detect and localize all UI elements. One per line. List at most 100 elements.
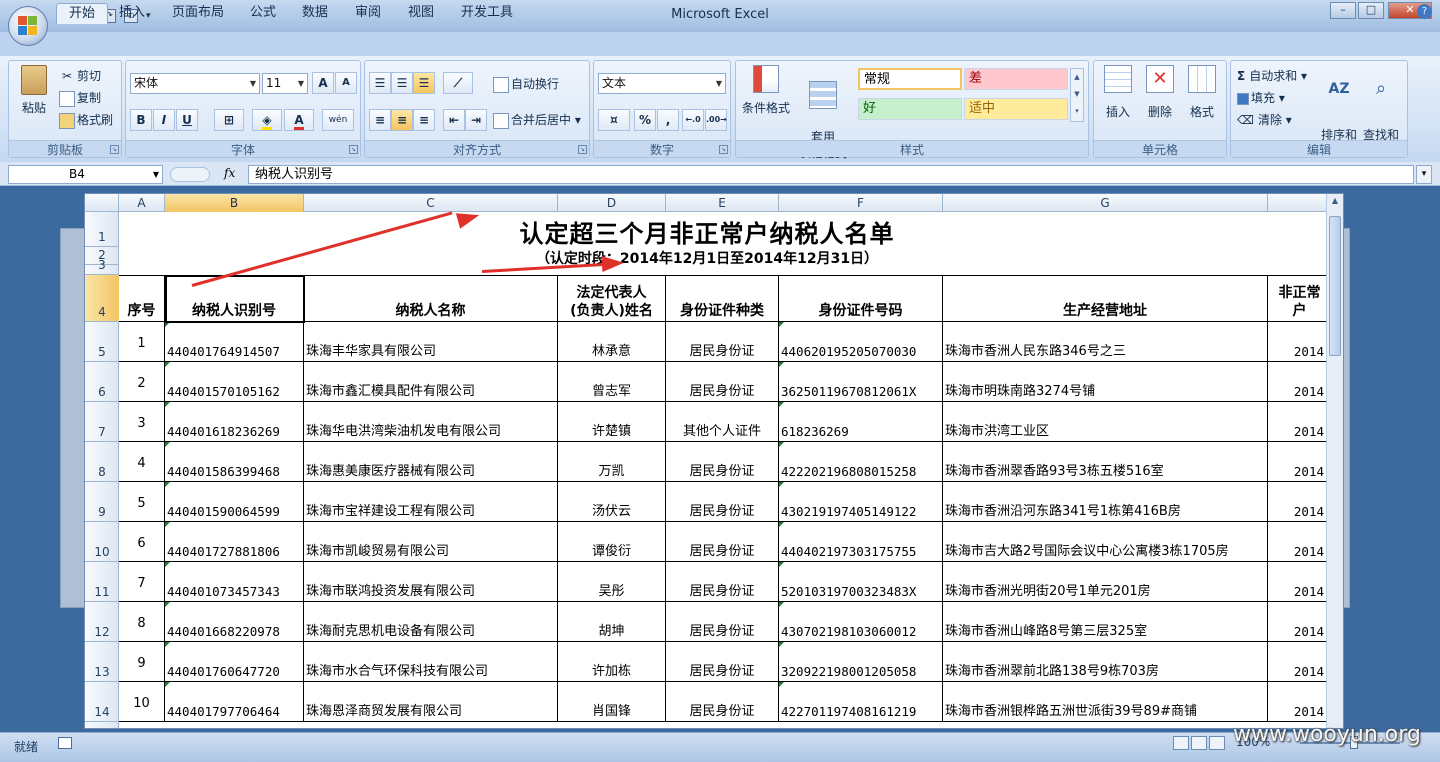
cell-addr[interactable]: 珠海市香洲翠前北路138号9栋703房 xyxy=(943,642,1268,682)
shrink-font-button[interactable]: A xyxy=(335,72,357,94)
cell-extra[interactable]: 2014 xyxy=(1268,322,1328,362)
tab-insert[interactable]: 插入 xyxy=(107,3,157,24)
align-left-button[interactable]: ≡ xyxy=(369,109,391,131)
cell-extra[interactable]: 2014 xyxy=(1268,442,1328,482)
minimize-button[interactable]: – xyxy=(1330,2,1356,19)
accounting-format-button[interactable]: ¤ xyxy=(598,109,630,131)
cell-id-no[interactable]: 52010319700323483X xyxy=(779,562,943,602)
page-layout-view-icon[interactable] xyxy=(1191,736,1207,750)
header-cell-legal-rep[interactable]: 法定代表人 (负责人)姓名 xyxy=(558,275,666,322)
header-cell-id-number[interactable]: 身份证件号码 xyxy=(779,275,943,322)
number-format-combo[interactable]: 文本 ▼ xyxy=(598,73,726,94)
formula-scroll-handle[interactable] xyxy=(170,167,210,182)
clipboard-launcher-icon[interactable]: ↘ xyxy=(110,145,119,154)
cell-tax-id[interactable]: 440401586399468 xyxy=(165,442,304,482)
cell-addr[interactable]: 珠海市香洲人民东路346号之三 xyxy=(943,322,1268,362)
cell-tax-id[interactable]: 440401618236269 xyxy=(165,402,304,442)
increase-indent-button[interactable]: ⇥ xyxy=(465,109,487,131)
align-middle-button[interactable]: ☰ xyxy=(391,72,413,94)
cut-button[interactable]: ✂ 剪切 xyxy=(59,67,101,85)
error-indicator-icon[interactable] xyxy=(165,362,170,367)
cell-name[interactable]: 珠海丰华家具有限公司 xyxy=(304,322,558,362)
bold-button[interactable]: B xyxy=(130,109,152,131)
cell-name[interactable]: 珠海市宝祥建设工程有限公司 xyxy=(304,482,558,522)
cell-seq[interactable]: 1 xyxy=(119,322,165,362)
column-header-c[interactable]: C xyxy=(304,194,558,212)
cell-id-no[interactable]: 440620195205070030 xyxy=(779,322,943,362)
cell-extra[interactable]: 2014 xyxy=(1268,482,1328,522)
maximize-button[interactable]: □ xyxy=(1358,2,1384,19)
cell-id-type[interactable]: 居民身份证 xyxy=(666,682,779,722)
cell-tax-id[interactable]: 440401760647720 xyxy=(165,642,304,682)
cell-name[interactable]: 珠海市凯峻贸易有限公司 xyxy=(304,522,558,562)
error-indicator-icon[interactable] xyxy=(165,322,170,327)
error-indicator-icon[interactable] xyxy=(779,362,784,367)
cell-name[interactable]: 珠海惠美康医疗器械有限公司 xyxy=(304,442,558,482)
tab-data[interactable]: 数据 xyxy=(290,3,340,24)
cell-name[interactable]: 珠海市鑫汇模具配件有限公司 xyxy=(304,362,558,402)
comma-button[interactable]: , xyxy=(657,109,679,131)
vertical-scrollbar[interactable]: ▲ xyxy=(1326,194,1343,728)
row-header-7[interactable]: 7 xyxy=(85,402,119,442)
cell-name[interactable]: 珠海恩泽商贸发展有限公司 xyxy=(304,682,558,722)
tab-view[interactable]: 视图 xyxy=(396,3,446,24)
cell-rep[interactable]: 许楚镇 xyxy=(558,402,666,442)
formula-input[interactable]: 纳税人识别号 xyxy=(248,165,1414,184)
row-header-4[interactable]: 4 xyxy=(85,275,119,322)
tab-home[interactable]: 开始 xyxy=(56,3,109,24)
error-indicator-icon[interactable] xyxy=(779,402,784,407)
row-header-3[interactable]: 3 xyxy=(85,258,119,275)
row-header-8[interactable]: 8 xyxy=(85,442,119,482)
chevron-down-icon[interactable]: ▼ xyxy=(153,166,159,183)
cell-tax-id[interactable]: 440401797706464 xyxy=(165,682,304,722)
normal-view-icon[interactable] xyxy=(1173,736,1189,750)
error-indicator-icon[interactable] xyxy=(779,322,784,327)
fill-color-button[interactable]: ◈ xyxy=(252,109,282,131)
cell-id-no[interactable]: 430702198103060012 xyxy=(779,602,943,642)
tab-review[interactable]: 审阅 xyxy=(343,3,393,24)
align-center-button[interactable]: ≡ xyxy=(391,109,413,131)
header-cell-address[interactable]: 生产经营地址 xyxy=(943,275,1268,322)
cell-tax-id[interactable]: 440401727881806 xyxy=(165,522,304,562)
error-indicator-icon[interactable] xyxy=(165,522,170,527)
cell-rep[interactable]: 吴彤 xyxy=(558,562,666,602)
cell-seq[interactable]: 2 xyxy=(119,362,165,402)
scrollbar-thumb[interactable] xyxy=(1329,216,1341,356)
align-bottom-button[interactable]: ☰ xyxy=(413,72,435,94)
row-header-11[interactable]: 11 xyxy=(85,562,119,602)
column-header-g[interactable]: G xyxy=(943,194,1268,212)
paste-button[interactable]: 粘贴 xyxy=(17,65,51,116)
cell-seq[interactable]: 5 xyxy=(119,482,165,522)
cell-extra[interactable]: 2014 xyxy=(1268,402,1328,442)
cell-seq[interactable]: 4 xyxy=(119,442,165,482)
cell-id-no[interactable]: 618236269 xyxy=(779,402,943,442)
cell-seq[interactable]: 7 xyxy=(119,562,165,602)
cell-addr[interactable]: 珠海市香洲沿河东路341号1栋第416B房 xyxy=(943,482,1268,522)
column-header-a[interactable]: A xyxy=(119,194,165,212)
style-bad[interactable]: 差 xyxy=(964,68,1068,90)
row-header-10[interactable]: 10 xyxy=(85,522,119,562)
cell-tax-id[interactable]: 440401570105162 xyxy=(165,362,304,402)
orientation-button[interactable]: ⟋ xyxy=(443,72,473,94)
column-header-h[interactable] xyxy=(1268,194,1328,212)
cell-id-no[interactable]: 422701197408161219 xyxy=(779,682,943,722)
worksheet[interactable]: A B C D E F G 1 2 3 4 5 6 7 8 9 10 11 12 13 14 认定超三个月… xyxy=(84,193,1344,729)
cell-id-type[interactable]: 居民身份证 xyxy=(666,602,779,642)
cell-id-type[interactable]: 居民身份证 xyxy=(666,362,779,402)
cell-name[interactable]: 珠海华电洪湾柴油机发电有限公司 xyxy=(304,402,558,442)
header-cell-tax-id[interactable]: 纳税人识别号 xyxy=(165,275,304,322)
cell-addr[interactable]: 珠海市洪湾工业区 xyxy=(943,402,1268,442)
cell-rep[interactable]: 万凯 xyxy=(558,442,666,482)
error-indicator-icon[interactable] xyxy=(779,442,784,447)
cell-seq[interactable]: 9 xyxy=(119,642,165,682)
header-cell-id-type[interactable]: 身份证件种类 xyxy=(666,275,779,322)
row-header-6[interactable]: 6 xyxy=(85,362,119,402)
style-good[interactable]: 好 xyxy=(858,98,962,120)
align-right-button[interactable]: ≡ xyxy=(413,109,435,131)
copy-button[interactable]: 复制 xyxy=(59,89,101,107)
column-header-e[interactable]: E xyxy=(666,194,779,212)
insert-cells-button[interactable]: 插入 xyxy=(1098,65,1138,120)
cell-id-type[interactable]: 居民身份证 xyxy=(666,322,779,362)
cell-tax-id[interactable]: 440401668220978 xyxy=(165,602,304,642)
autosum-button[interactable]: Σ 自动求和 ▾ xyxy=(1237,67,1307,84)
